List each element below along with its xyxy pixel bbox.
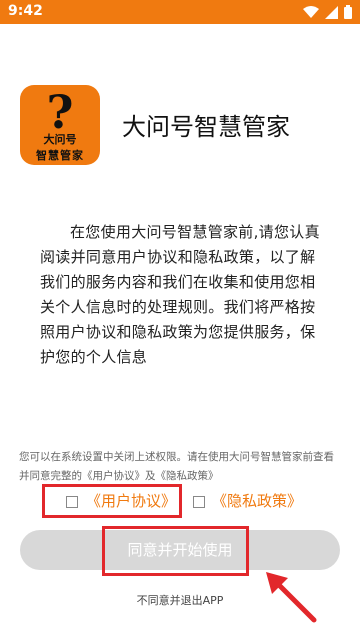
intro-paragraph: 在您使用大问号智慧管家前,请您认真阅读并同意用户协议和隐私政策，以了解我们的服务… [40,223,320,366]
app-logo: ? 大问号 智慧管家 [20,85,100,165]
agree-start-button[interactable]: 同意并开始使用 [20,530,340,570]
privacy-policy-link[interactable]: 《隐私政策》 [212,491,302,511]
app-name: 大问号智慧管家 [122,113,290,141]
pointer-arrow-icon [262,568,322,632]
question-mark-icon: ? [46,85,74,139]
intro-text: 在您使用大问号智慧管家前,请您认真阅读并同意用户协议和隐私政策，以了解我们的服务… [40,220,330,370]
logo-text-bottom: 智慧管家 [36,149,84,162]
status-time: 9:42 [8,3,43,19]
status-icons [303,5,352,19]
permission-notice: 您可以在系统设置中关闭上述权限。请在使用大问号智慧管家前查看并同意完整的《用户协… [19,451,334,482]
wifi-icon [303,5,319,19]
battery-icon [344,5,352,19]
logo-text-top: 大问号 [43,133,77,146]
privacy-policy-checkbox[interactable] [193,496,205,508]
agreement-highlight-box [42,484,182,518]
status-bar: 9:42 [0,0,360,24]
signal-icon [325,5,338,19]
